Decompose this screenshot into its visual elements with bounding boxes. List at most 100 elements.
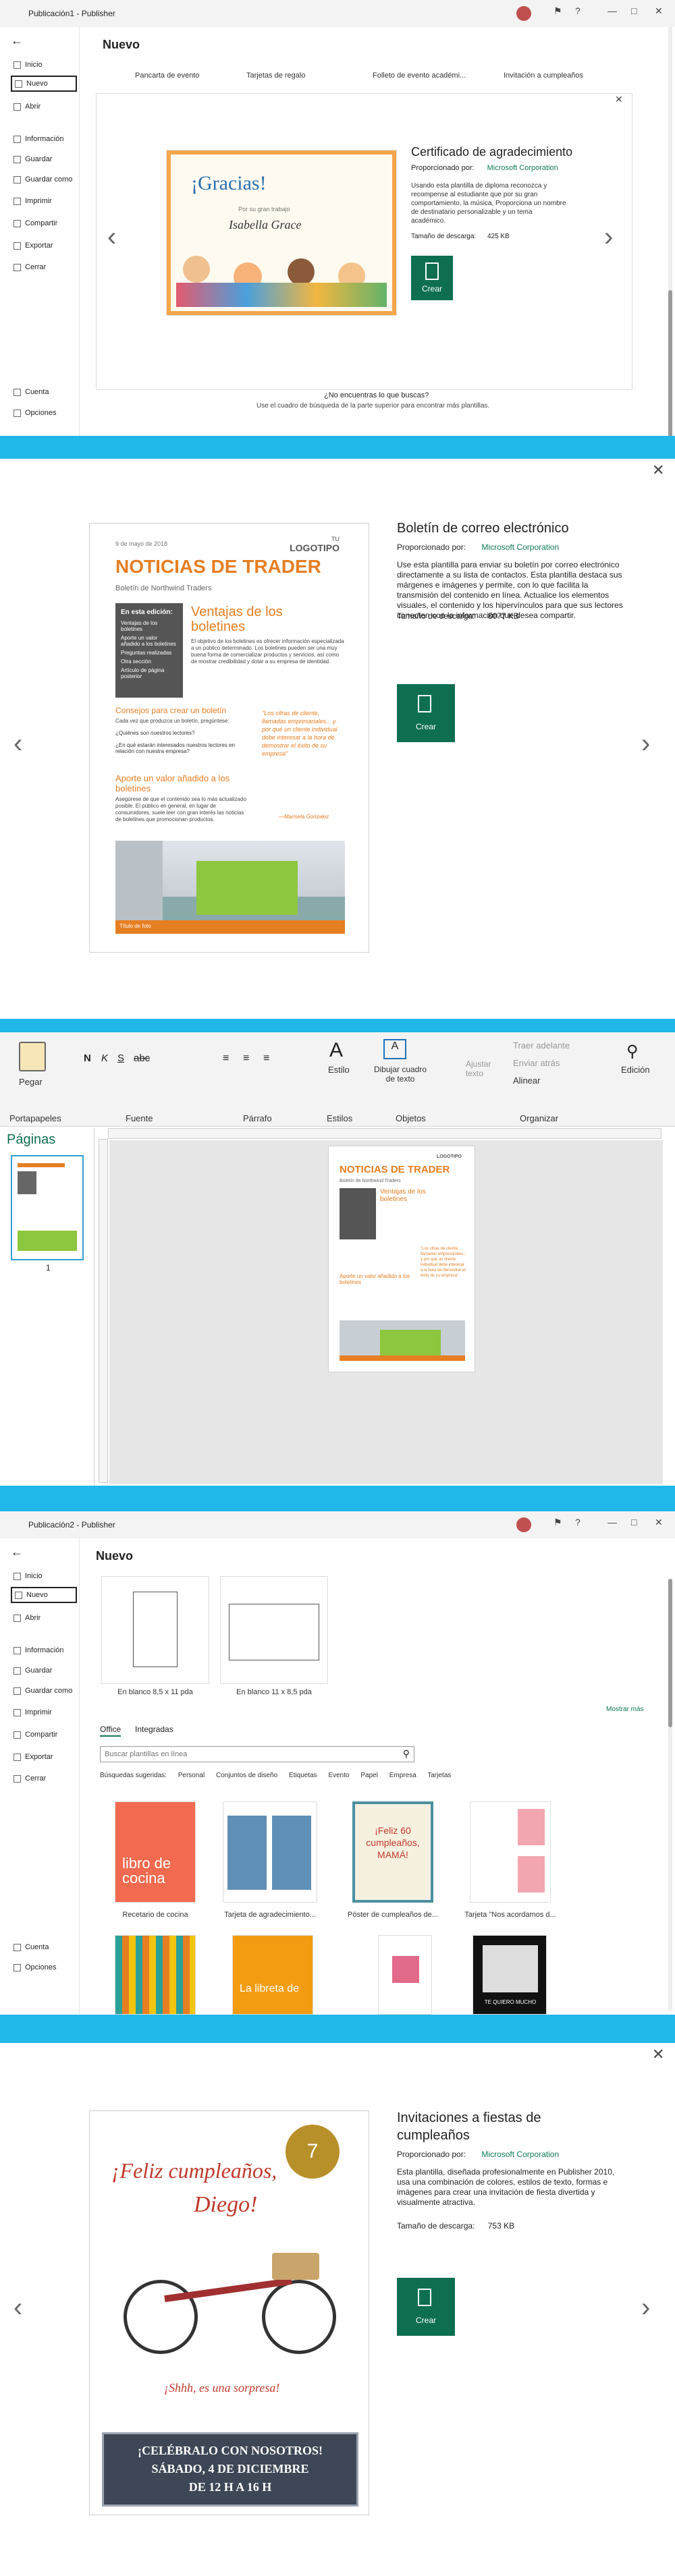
tab-office[interactable]: Office — [100, 1725, 122, 1737]
close-icon[interactable]: ✕ — [655, 1517, 663, 1528]
sidebar-item-guardar[interactable]: Guardar — [14, 1667, 52, 1675]
chevron-left-icon[interactable]: ‹ — [14, 2293, 22, 2323]
template-tarjeta-nos-acordamos[interactable] — [470, 1801, 551, 1903]
blank-landscape-template[interactable] — [220, 1576, 328, 1684]
maximize-icon[interactable]: □ — [631, 1517, 637, 1528]
suggestion-link[interactable]: Empresa — [389, 1772, 416, 1779]
suggestion-link[interactable]: Papel — [360, 1772, 378, 1779]
help-icon[interactable]: ? — [575, 1517, 580, 1528]
scrollbar[interactable] — [668, 27, 672, 436]
sidebar-item-informacion[interactable]: Información — [14, 135, 63, 143]
draw-textbox-button[interactable]: Dibujar cuadro de texto — [370, 1065, 431, 1084]
help-icon[interactable]: ? — [575, 5, 580, 16]
sidebar-item-exportar[interactable]: Exportar — [14, 242, 53, 250]
avatar[interactable] — [516, 1517, 531, 1532]
sidebar-item-abrir[interactable]: Abrir — [14, 1614, 40, 1622]
template-row2-2[interactable]: La libreta de — [232, 1935, 313, 2015]
create-button[interactable]: Crear — [397, 2278, 455, 2336]
sidebar-item-informacion[interactable]: Información — [14, 1646, 63, 1654]
chevron-right-icon[interactable]: › — [604, 222, 613, 252]
close-icon[interactable]: ✕ — [652, 461, 664, 479]
template-tarjeta-agradecimiento[interactable] — [223, 1801, 317, 1903]
search-icon[interactable]: ⚲ — [626, 1042, 639, 1061]
sidebar-item-opciones[interactable]: Opciones — [14, 1963, 56, 1971]
feedback-icon[interactable]: ⚑ — [554, 1517, 562, 1528]
paste-button[interactable]: Pegar — [19, 1077, 43, 1087]
suggestion-link[interactable]: Personal — [178, 1772, 205, 1779]
template-caption[interactable]: Folleto de evento académi... — [373, 72, 466, 80]
template-recetario[interactable]: libro de cocina — [115, 1801, 196, 1903]
back-arrow-icon[interactable]: ← — [11, 34, 23, 48]
template-caption[interactable]: Invitación a cumpleaños — [504, 72, 583, 80]
suggestion-link[interactable]: Etiquetas — [289, 1772, 317, 1779]
create-button[interactable]: Crear — [397, 684, 455, 742]
sidebar-item-inicio[interactable]: Inicio — [14, 1572, 43, 1580]
template-caption[interactable]: En blanco 8,5 x 11 pda — [105, 1688, 206, 1696]
send-backward-button[interactable]: Enviar atrás — [513, 1058, 560, 1068]
minimize-icon[interactable]: — — [608, 5, 617, 16]
sidebar-item-exportar[interactable]: Exportar — [14, 1753, 53, 1761]
suggestion-link[interactable]: Evento — [328, 1772, 349, 1779]
template-poster-cumpleanos[interactable]: ¡Feliz 60 cumpleaños, MAMÁ! — [352, 1801, 433, 1903]
suggestion-link[interactable]: Tarjetas — [427, 1772, 451, 1779]
create-button[interactable]: Crear — [411, 256, 453, 300]
document-page[interactable]: LOGOTIPO NOTICIAS DE TRADER Boletín de N… — [328, 1146, 475, 1372]
font-italic-button[interactable]: K — [101, 1053, 108, 1064]
align-left-button[interactable]: ≡ — [263, 1053, 269, 1065]
font-underline-button[interactable]: S — [117, 1053, 124, 1064]
sidebar-item-compartir[interactable]: Compartir — [14, 219, 57, 227]
template-caption[interactable]: En blanco 11 x 8,5 pda — [223, 1688, 325, 1696]
template-caption[interactable]: Póster de cumpleaños de... — [342, 1911, 443, 1919]
sidebar-item-compartir[interactable]: Compartir — [14, 1731, 57, 1739]
edicion-button[interactable]: Edición — [621, 1065, 650, 1075]
sidebar-item-abrir[interactable]: Abrir — [14, 103, 40, 111]
chevron-right-icon[interactable]: › — [641, 729, 650, 759]
back-arrow-icon[interactable]: ← — [11, 1545, 23, 1559]
align-button[interactable]: Alinear — [513, 1075, 540, 1086]
strikethrough-button[interactable]: abc — [134, 1053, 150, 1064]
template-caption[interactable]: Pancarta de evento — [135, 72, 199, 80]
sidebar-item-cuenta[interactable]: Cuenta — [14, 1943, 49, 1951]
chevron-left-icon[interactable]: ‹ — [14, 729, 22, 759]
textbox-icon[interactable]: A — [383, 1039, 406, 1059]
blank-portrait-template[interactable] — [101, 1576, 209, 1684]
chevron-left-icon[interactable]: ‹ — [107, 222, 116, 252]
style-icon[interactable]: A — [329, 1039, 343, 1062]
close-icon[interactable]: ✕ — [652, 2046, 664, 2063]
template-row2-4[interactable]: TE QUIERO MUCHO — [473, 1935, 547, 2015]
sidebar-item-nuevo[interactable]: Nuevo — [11, 76, 77, 92]
maximize-icon[interactable]: □ — [631, 5, 637, 16]
chevron-right-icon[interactable]: › — [641, 2293, 650, 2323]
template-caption[interactable]: Tarjeta "Nos acordamos d... — [460, 1911, 561, 1919]
feedback-icon[interactable]: ⚑ — [554, 5, 562, 17]
sidebar-item-opciones[interactable]: Opciones — [14, 409, 56, 417]
sidebar-item-cuenta[interactable]: Cuenta — [14, 388, 49, 396]
sidebar-item-cerrar[interactable]: Cerrar — [14, 263, 46, 271]
paste-icon[interactable] — [19, 1042, 46, 1071]
sidebar-item-guardar-como[interactable]: Guardar como — [14, 1687, 72, 1695]
style-button[interactable]: Estilo — [328, 1065, 350, 1075]
template-caption[interactable]: Tarjetas de regalo — [246, 72, 305, 80]
sidebar-item-imprimir[interactable]: Imprimir — [14, 1708, 52, 1716]
bring-forward-button[interactable]: Traer adelante — [513, 1040, 570, 1051]
wrap-text-button[interactable]: Ajustar texto — [466, 1059, 500, 1078]
show-more-link[interactable]: Mostrar más — [606, 1706, 644, 1713]
sidebar-item-imprimir[interactable]: Imprimir — [14, 197, 52, 205]
template-row2-1[interactable] — [115, 1935, 196, 2015]
numbering-button[interactable]: ≡ — [243, 1053, 249, 1065]
close-icon[interactable]: ✕ — [655, 5, 663, 17]
minimize-icon[interactable]: — — [608, 1517, 617, 1528]
suggestion-link[interactable]: Conjuntos de diseño — [216, 1772, 277, 1779]
scrollbar[interactable] — [668, 1579, 672, 2011]
avatar[interactable] — [516, 6, 531, 21]
template-caption[interactable]: Recetario de cocina — [105, 1911, 206, 1919]
sidebar-item-inicio[interactable]: Inicio — [14, 61, 43, 69]
font-bold-button[interactable]: N — [84, 1053, 91, 1064]
bullets-button[interactable]: ≡ — [223, 1053, 229, 1065]
template-row2-3[interactable] — [378, 1935, 432, 2015]
template-caption[interactable]: Tarjeta de agradecimiento... — [219, 1911, 321, 1919]
sidebar-item-cerrar[interactable]: Cerrar — [14, 1774, 46, 1783]
sidebar-item-guardar[interactable]: Guardar — [14, 155, 52, 163]
sidebar-item-nuevo[interactable]: Nuevo — [11, 1587, 77, 1603]
search-input[interactable] — [101, 1747, 384, 1761]
